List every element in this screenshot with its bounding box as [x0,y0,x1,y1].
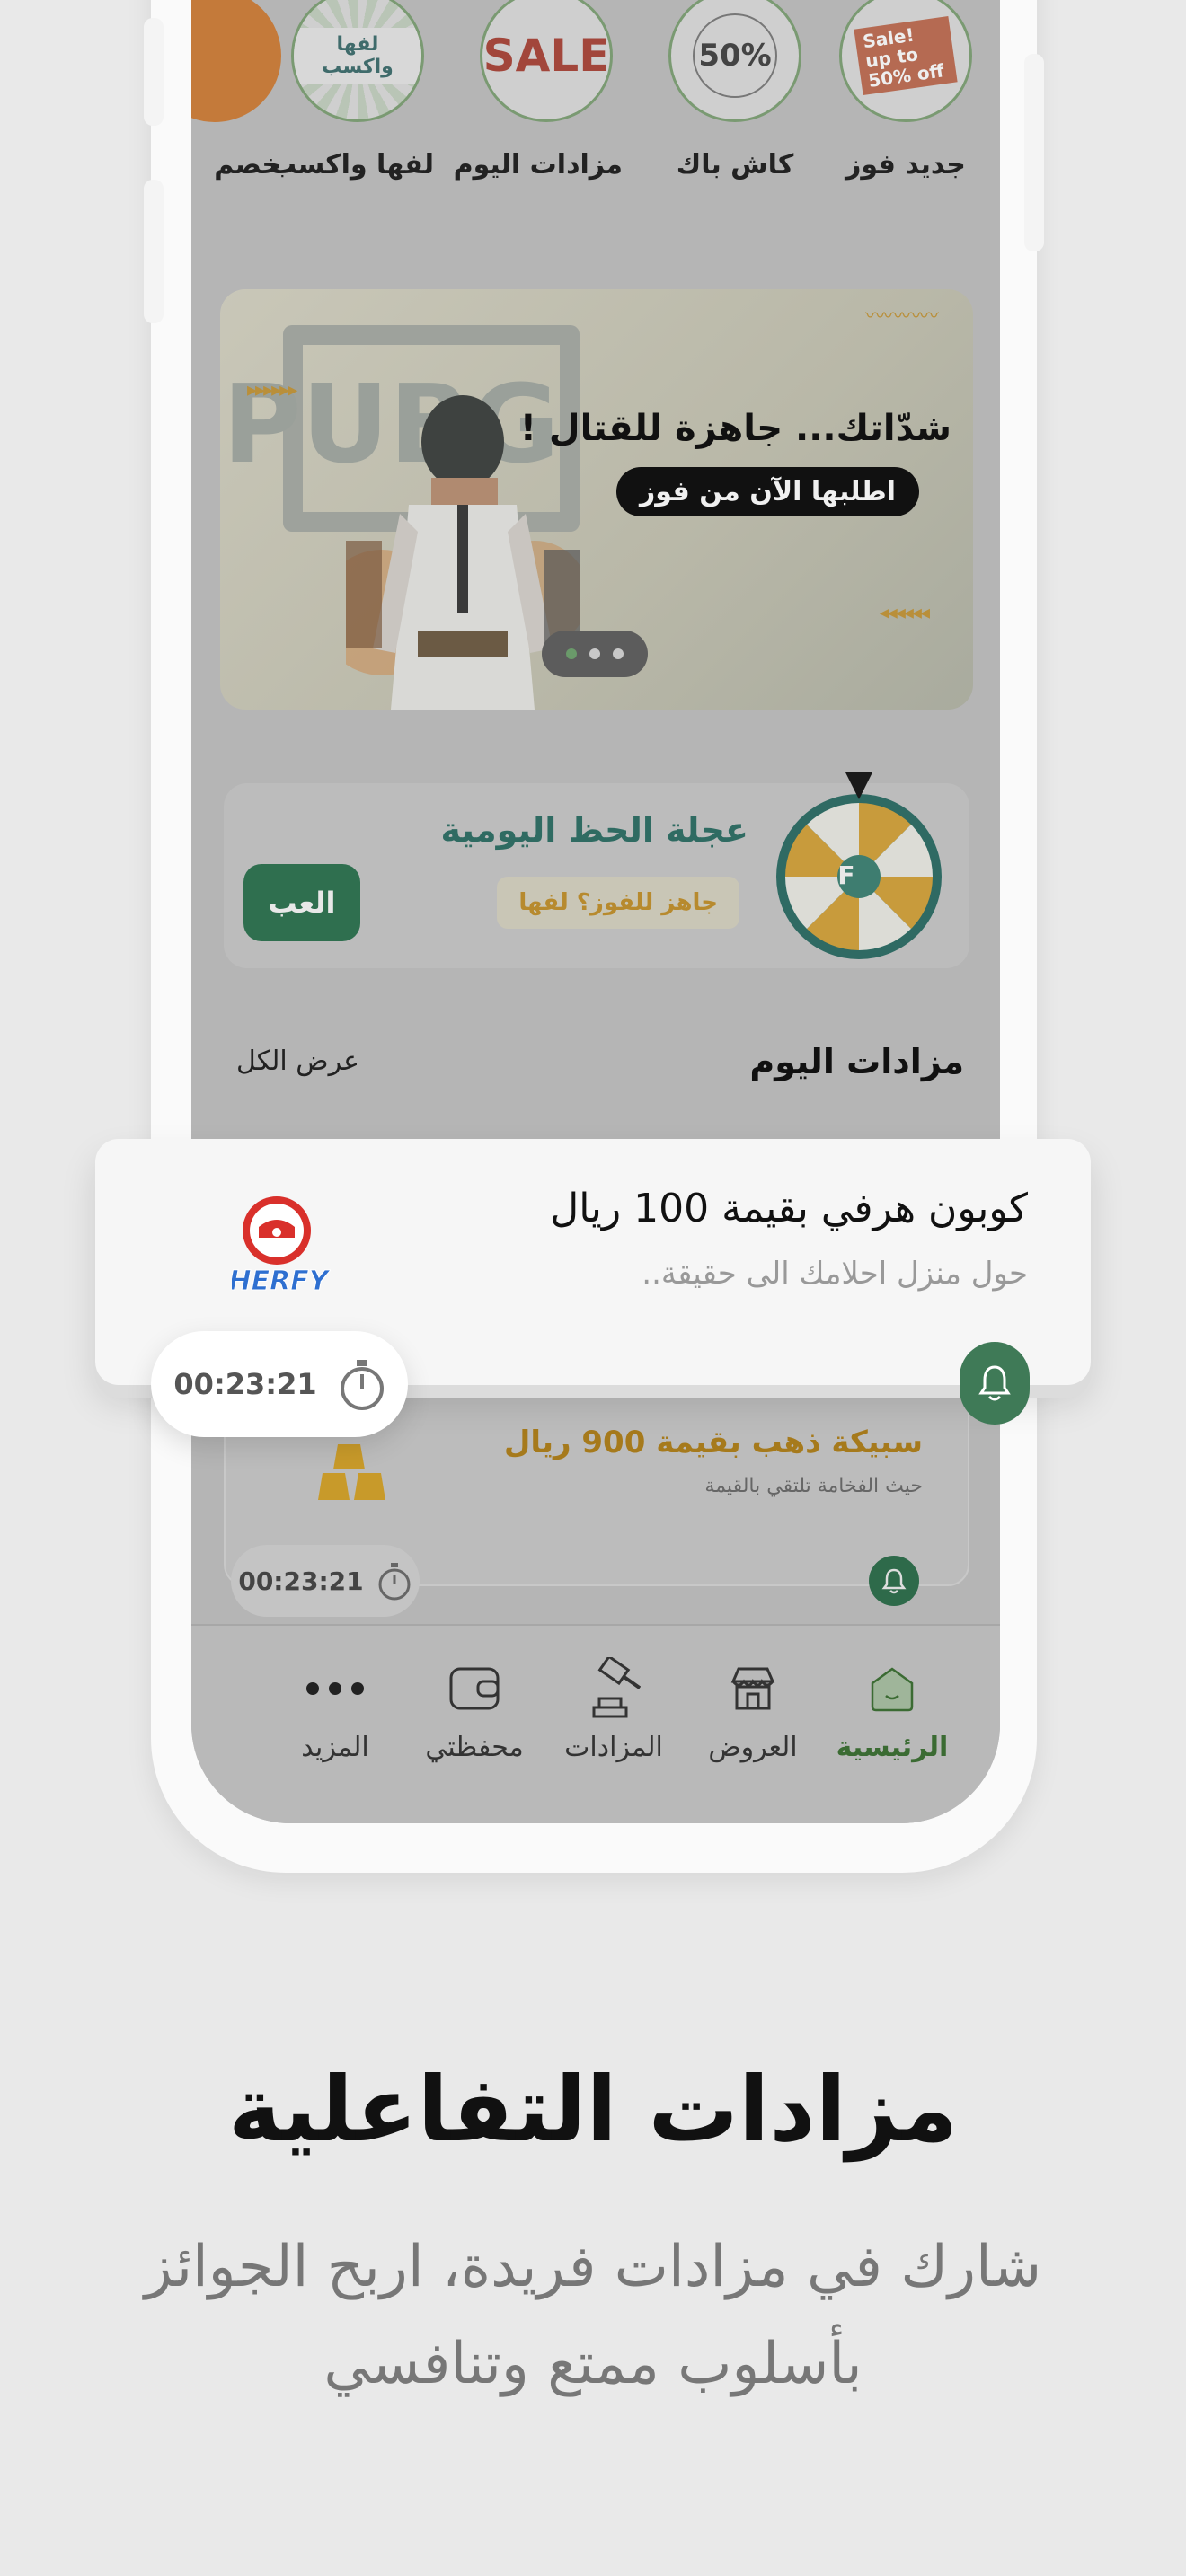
store-icon [730,1667,775,1710]
gold-bars-icon [318,1444,385,1500]
banner-title: شدّاتك... جاهزة للقتال ! [519,408,951,449]
banner-cta[interactable]: اطلبها الآن من فوز [616,467,919,516]
category-icon: SALE [480,0,613,122]
tab-label: الرئيسية [836,1732,949,1763]
carousel-dots[interactable] [542,631,648,677]
category-label: خصم [214,149,281,181]
category-label: جديد فوز [845,149,966,181]
category-label: كاش باك [676,149,794,181]
tab-wallet[interactable]: محفظتي [403,1653,546,1763]
carousel-dot[interactable] [613,648,624,659]
notification-title: كوبون هرفي بقيمة 100 ريال [550,1186,1028,1231]
play-button[interactable]: العب [243,864,360,941]
tab-more[interactable]: المزيد [263,1653,407,1763]
lucky-wheel-card: F عجلة الحظ اليومية جاهز للفوز؟ لفها الع… [224,772,969,968]
tab-label: العروض [708,1732,798,1763]
category-cashback[interactable]: 50% كاش باك [659,0,811,181]
wheel-subtitle: جاهز للفوز؟ لفها [497,877,739,929]
spin-win-icon: لفها واكسب [294,28,421,84]
category-label: لفها واكسب [269,149,434,181]
timer-value: 00:23:21 [173,1367,317,1401]
bottom-tab-bar: الرئيسية العروض المزادات محفظتي المزيد [191,1624,1000,1823]
home-icon [871,1667,914,1712]
tab-label: المزادات [564,1732,663,1763]
timer-value: 00:23:21 [238,1566,364,1596]
bell-icon [881,1568,907,1594]
phone-side-button [144,180,164,323]
auction-item-title: سبيكة ذهب بقيمة 900 ريال [503,1425,923,1460]
herfy-logo-text: HERFY [232,1266,331,1297]
promo-subtitle-line: شارك في مزادات فريدة، اربح الجوائز [144,2234,1042,2300]
promo-banner[interactable]: PUBG شدّاتك... جاهزة للقتال ! اطلبها الآ… [220,289,973,710]
category-icon: E [191,0,281,122]
tab-home[interactable]: الرئيسية [820,1653,964,1763]
herfy-logo: HERFY [232,1196,331,1298]
decor-arrows-icon: ◂◂◂◂◂◂ [879,602,930,624]
category-new-fawz[interactable]: Sale! up to 50% off جديد فوز [829,0,982,181]
notify-bell-button[interactable] [960,1342,1030,1425]
notification-subtitle: حول منزل احلامك الى حقيقة.. [642,1256,1028,1292]
gavel-icon [592,1657,641,1718]
auction-timer: 00:23:21 [231,1545,420,1617]
auction-item-subtitle: حيث الفخامة تلتقي بالقيمة [704,1475,923,1497]
category-todays-auctions[interactable]: SALE مزادات اليوم [453,0,623,181]
app-screen: Sale! up to 50% off جديد فوز 50% كاش باك… [191,0,1000,1823]
promo-subtitle: شارك في مزادات فريدة، اربح الجوائز بأسلو… [144,2219,1042,2413]
category-spin-win[interactable]: لفها واكسب لفها واكسب [269,0,434,181]
category-icon: 50% [668,0,801,122]
bell-icon [978,1365,1011,1401]
carousel-dot[interactable] [589,648,600,659]
tab-offers[interactable]: العروض [681,1653,825,1763]
section-title: مزادات اليوم [749,1042,964,1081]
stopwatch-icon [378,1563,411,1601]
sale-text-icon: SALE [482,30,610,82]
category-icon: Sale! up to 50% off [839,0,972,122]
phone-side-button [1024,54,1044,251]
stopwatch-icon [340,1360,384,1410]
view-all-link[interactable]: عرض الكل [236,1045,359,1077]
category-icon: لفها واكسب [291,0,424,122]
notification-timer: 00:23:21 [151,1331,408,1437]
percent-badge-icon: 50% [693,13,777,98]
decor-wave-icon: 〰〰〰〰 [864,305,939,328]
more-icon [306,1682,364,1695]
decor-arrows-icon: ▸▸▸▸▸▸ [247,379,297,401]
carousel-dot-active[interactable] [566,648,577,659]
notify-bell-button[interactable] [869,1556,919,1606]
tab-label: محفظتي [425,1732,524,1763]
promo-headline: مزادات التفاعلية [227,2057,959,2162]
wheel-center-letter: F [837,860,855,890]
category-discount[interactable]: E خصم [191,0,281,181]
wheel-title: عجلة الحظ اليومية [440,810,748,850]
wallet-icon [449,1667,500,1710]
phone-side-button [144,18,164,126]
promo-subtitle-line: بأسلوب ممتع وتنافسي [323,2331,863,2397]
sale-tag-icon: Sale! up to 50% off [854,15,958,96]
category-label: مزادات اليوم [453,149,623,181]
tab-label: المزيد [301,1732,369,1763]
tab-auctions[interactable]: المزادات [542,1653,686,1763]
